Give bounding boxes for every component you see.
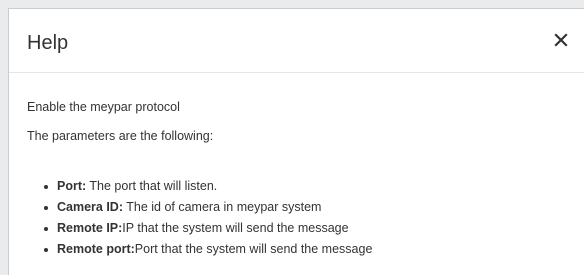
- param-label: Camera ID:: [57, 200, 123, 214]
- param-text: The port that will listen.: [86, 179, 218, 193]
- dialog-title: Help: [27, 32, 69, 54]
- list-item-remote-port: Remote port:Port that the system will se…: [43, 239, 373, 260]
- intro-text: Enable the meypar protocol: [27, 100, 180, 114]
- param-label: Remote port:: [57, 242, 135, 256]
- list-item-remote-ip: Remote IP:IP that the system will send t…: [43, 218, 372, 239]
- help-dialog: Help Enable the meypar protocol The para…: [8, 8, 584, 275]
- param-text: IP that the system will send the message: [122, 221, 349, 235]
- param-label: Port:: [57, 179, 87, 193]
- list-item-camera-id: Camera ID: The id of camera in meypar sy…: [43, 197, 372, 218]
- param-text: The id of camera in meypar system: [123, 200, 322, 214]
- param-text: Port that the system will send the messa…: [134, 242, 373, 256]
- params-subtitle: The parameters are the following:: [27, 129, 214, 143]
- close-icon[interactable]: [552, 31, 570, 49]
- dialog-header: Help: [9, 9, 584, 73]
- params-list: Port: The port that will listen. Camera …: [27, 176, 372, 260]
- list-item-port: Port: The port that will listen.: [43, 176, 372, 197]
- param-label: Remote IP:: [57, 221, 123, 235]
